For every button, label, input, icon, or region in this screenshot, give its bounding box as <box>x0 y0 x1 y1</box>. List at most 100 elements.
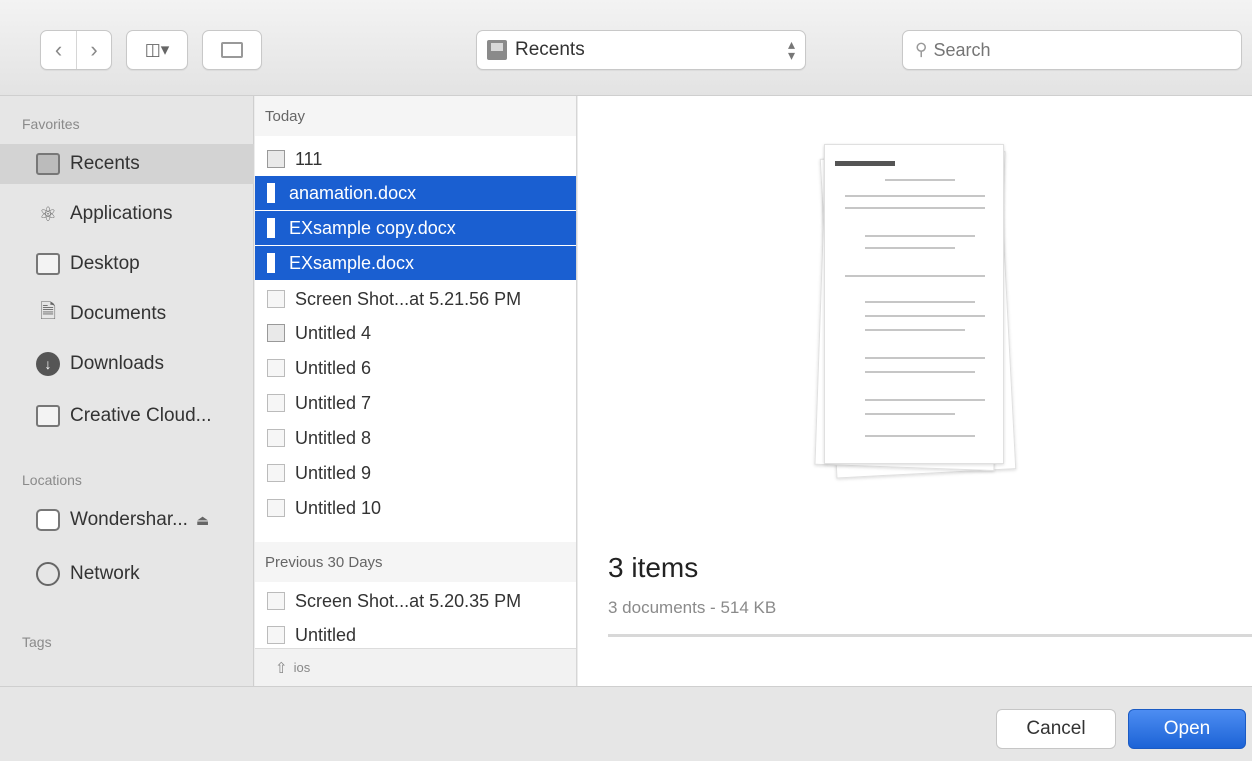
document-text-line <box>865 357 985 359</box>
screenshot-file-icon <box>267 290 285 308</box>
sidebar-item-label: Recents <box>70 153 140 174</box>
toolbar: ‹ › ◫▾ Recents ▴ ▾ ⚲ <box>0 0 1252 96</box>
previous-30-days-heading: Previous 30 Days <box>255 542 576 582</box>
file-name: Untitled 4 <box>295 322 372 343</box>
document-heading-mark <box>835 161 895 166</box>
recents-icon <box>34 151 62 177</box>
file-icon <box>267 394 285 412</box>
sidebar-item-applications[interactable]: ⚛ Applications <box>34 194 244 234</box>
favorites-heading: Favorites <box>22 116 80 132</box>
list-item[interactable]: Untitled 8 <box>255 421 576 455</box>
open-button[interactable]: Open <box>1128 709 1246 749</box>
file-name: Untitled 9 <box>295 462 372 483</box>
document-text-line <box>845 207 985 209</box>
list-item[interactable]: Screen Shot...at 5.21.56 PM <box>255 282 576 316</box>
list-item[interactable]: Untitled 6 <box>255 351 576 385</box>
file-name: Screen Shot...at 5.20.35 PM <box>295 590 522 611</box>
file-name: 111 <box>295 148 323 169</box>
sidebar-item-creative-cloud[interactable]: Creative Cloud... <box>34 396 244 436</box>
sidebar-item-label: Desktop <box>70 253 140 274</box>
tags-heading: Tags <box>22 634 52 650</box>
file-name: Untitled 8 <box>295 427 372 448</box>
document-thumbnail <box>824 144 1004 464</box>
navigation-buttons: ‹ › <box>40 30 112 70</box>
cancel-button[interactable]: Cancel <box>996 709 1116 749</box>
document-text-line <box>865 315 985 317</box>
file-icon <box>267 626 285 644</box>
list-item[interactable]: Untitled 9 <box>255 456 576 490</box>
forward-button[interactable]: › <box>75 31 111 69</box>
list-item[interactable]: Untitled 7 <box>255 386 576 420</box>
document-text-line <box>845 195 985 197</box>
preview-title: 3 items <box>608 552 699 583</box>
document-text-line <box>865 247 955 249</box>
screenshot-file-icon <box>267 592 285 610</box>
file-name: Screen Shot...at 5.21.56 PM <box>295 288 522 309</box>
back-button[interactable]: ‹ <box>41 31 76 69</box>
chevron-updown-icon: ▴ ▾ <box>787 36 795 63</box>
eject-icon[interactable]: ⏏ <box>196 512 209 529</box>
upload-icon: ⇧ <box>275 659 288 677</box>
search-icon: ⚲ <box>915 40 928 59</box>
sidebar-item-downloads[interactable]: ↓ Downloads <box>34 344 244 384</box>
list-item[interactable]: EXsample copy.docx <box>255 211 576 245</box>
sidebar-item-recents[interactable]: Recents <box>0 144 254 184</box>
applications-icon: ⚛ <box>39 203 57 226</box>
downloads-icon: ↓ <box>34 351 62 377</box>
dialog-footer: Cancel Open <box>0 686 1252 761</box>
document-text-line <box>865 329 965 331</box>
sidebar-item-label: Creative Cloud... <box>70 405 212 426</box>
search-input[interactable] <box>933 39 1214 61</box>
file-name: Untitled <box>295 624 357 645</box>
sidebar: Favorites Recents ⚛ Applications Desktop… <box>0 96 254 686</box>
column-view-icon: ◫▾ <box>144 40 170 59</box>
file-icon <box>267 464 285 482</box>
location-label: Recents <box>515 39 585 60</box>
sidebar-item-label: Downloads <box>70 353 164 374</box>
file-icon <box>267 499 285 517</box>
chevron-left-icon: ‹ <box>54 37 63 62</box>
list-item[interactable]: Screen Shot...at 5.20.35 PM <box>255 584 576 618</box>
file-name: Untitled 6 <box>295 357 372 378</box>
search-field[interactable]: ⚲ <box>902 30 1242 70</box>
sidebar-item-desktop[interactable]: Desktop <box>34 244 244 284</box>
locations-heading: Locations <box>22 472 82 488</box>
view-options-button[interactable]: ◫▾ <box>126 30 188 70</box>
list-item[interactable]: Untitled 4 <box>255 316 576 350</box>
document-icon <box>267 183 275 203</box>
document-text-line <box>865 435 975 437</box>
preview-pane: 3 items 3 documents - 514 KB <box>578 96 1252 686</box>
documents-icon: 🗎 <box>39 301 57 323</box>
file-icon <box>267 359 285 377</box>
new-folder-button[interactable] <box>202 30 262 70</box>
sidebar-item-documents[interactable]: 🗎 Documents <box>34 294 244 334</box>
location-dropdown[interactable]: Recents ▴ ▾ <box>476 30 806 70</box>
chevron-right-icon: › <box>90 37 98 62</box>
sidebar-item-label: Network <box>70 563 140 584</box>
sidebar-item-network[interactable]: Network <box>34 554 244 594</box>
file-icon <box>267 429 285 447</box>
document-text-line <box>865 399 985 401</box>
document-text-line <box>865 301 975 303</box>
divider <box>608 634 1252 637</box>
document-icon <box>267 218 275 238</box>
folder-icon <box>34 403 62 429</box>
file-name: Untitled 10 <box>295 497 382 518</box>
list-item[interactable]: EXsample.docx <box>255 246 576 280</box>
list-item[interactable]: 111 <box>255 142 576 176</box>
list-item[interactable]: Untitled <box>255 618 576 652</box>
sidebar-item-wondershare[interactable]: Wondershar... ⏏ <box>34 500 244 540</box>
sidebar-item-label: Wondershar... <box>70 509 188 530</box>
document-text-line <box>865 413 955 415</box>
document-text-line <box>845 275 985 277</box>
list-item[interactable]: anamation.docx <box>255 176 576 210</box>
desktop-icon <box>34 251 62 277</box>
sidebar-item-label: Documents <box>70 303 167 324</box>
sidebar-item-label: Applications <box>70 203 173 224</box>
file-name: Untitled 7 <box>295 392 372 413</box>
list-item[interactable]: Untitled 10 <box>255 491 576 525</box>
file-list-footer: ⇧ ios <box>255 648 576 686</box>
file-name: EXsample.docx <box>289 252 415 273</box>
folder-icon <box>221 42 243 58</box>
file-list: Today 111 anamation.docx EXsample copy.d… <box>255 96 577 686</box>
